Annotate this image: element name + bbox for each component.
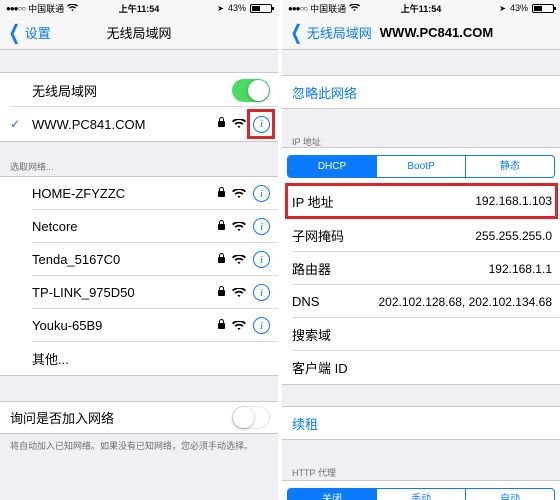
ip-highlight-box (285, 183, 558, 219)
segment-option[interactable]: 手动 (377, 489, 466, 500)
wlan-group: 无线局域网 ✓ WWW.PC841.COM i (0, 72, 278, 142)
battery-icon (250, 3, 274, 13)
ask-footnote: 将自动加入已知网络。如果没有已知网络，您必须手动选择。 (10, 441, 254, 451)
network-row[interactable]: HOME-ZFYZZC i (0, 177, 278, 210)
network-row[interactable]: Netcore i (0, 210, 278, 243)
network-detail-screen: ●●●○○ 中国联通 上午11:54 ➤ 43% ❮ 无线局域网 WWW.PC84… (282, 0, 560, 500)
ip-mode-segmented-control: DHCP BootP 静态 (287, 155, 555, 178)
battery-icon (532, 3, 556, 13)
wlan-toggle[interactable] (232, 78, 270, 102)
ask-to-join-label: 询问是否加入网络 (10, 411, 115, 426)
status-bar: ●●●○○ 中国联通 上午11:54 ➤ 43% (0, 0, 278, 16)
proxy-mode-segmented-control: 关闭 手动 自动 (287, 488, 555, 500)
lock-icon (218, 186, 225, 197)
http-proxy-header: HTTP 代理 (292, 468, 336, 478)
renew-lease-button[interactable]: 续租 (282, 406, 560, 440)
ask-to-join-row: 询问是否加入网络 (0, 401, 278, 434)
forget-network-label: 忽略此网络 (292, 85, 358, 101)
battery-percent: 43% (509, 3, 528, 13)
detail-value: 192.168.1.1 (488, 261, 552, 276)
ask-to-join-toggle[interactable] (232, 406, 270, 429)
segment-option[interactable]: 静态 (466, 156, 554, 177)
info-icon[interactable]: i (253, 284, 270, 301)
detail-value: 202.102.128.68, 202.102.134.68 (378, 294, 553, 309)
network-name: HOME-ZFYZZC (32, 186, 126, 201)
proxy-mode-row: 关闭 手动 自动 (282, 480, 560, 500)
nav-bar: ❮ 无线局域网 WWW.PC841.COM (282, 16, 560, 50)
chevron-left-icon: ❮ (290, 21, 303, 44)
checkmark-icon: ✓ (10, 117, 21, 131)
chevron-left-icon: ❮ (8, 21, 21, 44)
lock-icon (218, 285, 225, 296)
network-row[interactable]: Youku-65B9 i (0, 309, 278, 342)
detail-label: DNS (292, 294, 320, 309)
connected-network-row[interactable]: ✓ WWW.PC841.COM i (0, 107, 278, 141)
battery-percent: 43% (227, 3, 246, 13)
detail-row: DNS 202.102.128.68, 202.102.134.68 (282, 285, 560, 318)
detail-row: 搜索域 (282, 318, 560, 351)
lock-icon (218, 219, 225, 230)
network-name: TP-LINK_975D50 (32, 285, 135, 300)
back-label: 无线局域网 (306, 26, 372, 41)
renew-lease-label: 续租 (292, 416, 319, 432)
toggle-knob (233, 407, 254, 428)
network-name: Tenda_5167C0 (32, 252, 121, 267)
back-button[interactable]: ❮ 设置 (0, 23, 51, 43)
detail-value: 255.255.255.0 (475, 228, 552, 243)
lock-icon (218, 117, 225, 127)
status-bar: ●●●○○ 中国联通 上午11:54 ➤ 43% (282, 0, 560, 16)
back-label: 设置 (24, 26, 51, 41)
location-icon: ➤ (217, 3, 224, 13)
detail-label: 路由器 (292, 262, 332, 277)
other-network-row[interactable]: 其他... (0, 342, 278, 375)
ip-mode-row: DHCP BootP 静态 (282, 147, 560, 183)
detail-row: 子网掩码 255.255.255.0 (282, 219, 560, 252)
network-name: Netcore (32, 219, 78, 234)
wlan-label: 无线局域网 (32, 83, 98, 99)
info-icon[interactable]: i (253, 251, 270, 268)
wifi-signal-icon (232, 188, 246, 198)
detail-label: 客户端 ID (292, 361, 348, 376)
wifi-signal-icon (232, 119, 246, 128)
choose-network-header: 选取网络... (10, 162, 54, 172)
wifi-settings-screen: ●●●○○ 中国联通 上午11:54 ➤ 43% ❮ 设置 无线局域网 无线局域网… (0, 0, 278, 500)
wifi-signal-icon (232, 254, 246, 264)
forget-network-button[interactable]: 忽略此网络 (282, 75, 560, 109)
segment-option[interactable]: BootP (377, 156, 466, 177)
nav-bar: ❮ 设置 无线局域网 (0, 16, 278, 50)
info-icon[interactable]: i (253, 185, 270, 202)
wifi-signal-icon (232, 287, 246, 297)
back-button[interactable]: ❮ 无线局域网 (282, 23, 372, 43)
segment-option[interactable]: DHCP (288, 156, 377, 177)
lock-icon (218, 318, 225, 329)
wifi-signal-icon (232, 320, 246, 330)
wlan-toggle-row: 无线局域网 (0, 73, 278, 107)
info-icon[interactable]: i (253, 317, 270, 334)
detail-label: 子网掩码 (292, 229, 345, 244)
segment-option[interactable]: 关闭 (288, 489, 377, 500)
page-title: WWW.PC841.COM (379, 25, 494, 40)
network-name: Youku-65B9 (32, 318, 103, 333)
segment-option[interactable]: 自动 (466, 489, 554, 500)
detail-label: 搜索域 (292, 328, 332, 343)
location-icon: ➤ (499, 3, 506, 13)
detail-row: 客户端 ID (282, 351, 560, 384)
detail-row: 路由器 192.168.1.1 (282, 252, 560, 285)
network-row[interactable]: Tenda_5167C0 i (0, 243, 278, 276)
info-highlight-box (247, 109, 275, 139)
toggle-knob (248, 79, 269, 101)
network-row[interactable]: TP-LINK_975D50 i (0, 276, 278, 309)
connected-network-name: WWW.PC841.COM (32, 116, 146, 132)
network-list: HOME-ZFYZZC i Netcore i Tenda_5167C0 i TP-LINK… (0, 176, 278, 376)
lock-icon (218, 252, 225, 263)
other-network-label: 其他... (32, 352, 69, 367)
info-icon[interactable]: i (253, 218, 270, 235)
wifi-signal-icon (232, 221, 246, 231)
